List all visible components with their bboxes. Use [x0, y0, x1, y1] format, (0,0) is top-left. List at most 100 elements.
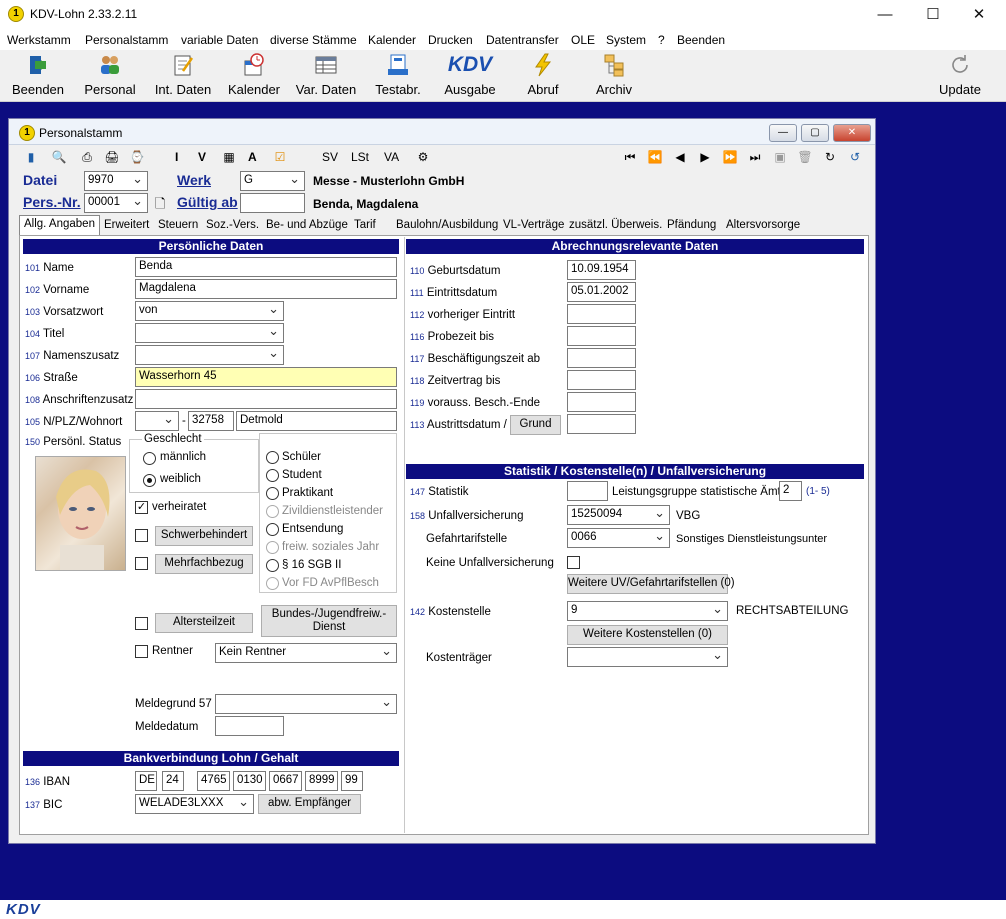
weitere-kostenstellen-button[interactable]: Weitere Kostenstellen (0)	[567, 625, 728, 645]
tab-zusaetzl-ueberweis[interactable]: zusätzl. Überweis.	[565, 217, 666, 235]
vorheriger-eintritt-input[interactable]	[567, 304, 636, 324]
delete-icon[interactable]: 🗑	[797, 149, 813, 165]
minimize-icon[interactable]: —	[862, 0, 908, 30]
personal-button[interactable]: Personal	[78, 53, 142, 101]
altersteilzeit-checkbox[interactable]	[135, 617, 148, 630]
nation-select[interactable]	[135, 411, 179, 431]
toolbar-sv-button[interactable]: SV	[322, 150, 338, 164]
weiblich-radio[interactable]	[143, 474, 156, 487]
prev-record-icon[interactable]: ◀	[672, 149, 688, 165]
next-record-icon[interactable]: ▶	[697, 149, 713, 165]
toolbar-v-button[interactable]: V	[198, 150, 206, 164]
iban-part4-input[interactable]: 8999	[305, 771, 338, 791]
menu-variable-daten[interactable]: variable Daten	[181, 33, 258, 47]
toolbar-a-button[interactable]: A	[248, 150, 257, 164]
probezeit-input[interactable]	[567, 326, 636, 346]
var-daten-button[interactable]: Var. Daten	[290, 53, 362, 101]
last-record-icon[interactable]: ⏭	[747, 149, 763, 165]
menu-beenden[interactable]: Beenden	[677, 33, 725, 47]
bic-select[interactable]: WELADE3LXXX	[135, 794, 254, 814]
menu-ole[interactable]: OLE	[571, 33, 595, 47]
iban-part5-input[interactable]: 99	[341, 771, 363, 791]
zivildienst-radio[interactable]	[266, 505, 279, 518]
testabr-button[interactable]: Testabr.	[368, 53, 428, 101]
checkmark-icon[interactable]: ☑	[272, 149, 288, 165]
datei-select[interactable]: 9970	[84, 171, 148, 191]
kostentraeger-select[interactable]	[567, 647, 728, 667]
archiv-button[interactable]: Archiv	[584, 53, 644, 101]
mehrfachbezug-button[interactable]: Mehrfachbezug	[155, 554, 253, 574]
iban-check-input[interactable]: 24	[162, 771, 184, 791]
ausgabe-button[interactable]: KDV Ausgabe	[436, 53, 504, 101]
keine-uv-checkbox[interactable]	[567, 556, 580, 569]
vorname-input[interactable]: Magdalena	[135, 279, 397, 299]
tab-vl-vertraege[interactable]: VL-Verträge	[499, 217, 568, 235]
altersteilzeit-button[interactable]: Altersteilzeit	[155, 613, 253, 633]
menu-system[interactable]: System	[606, 33, 646, 47]
maximize-icon[interactable]: ☐	[910, 0, 956, 30]
save-icon[interactable]: ▣	[772, 149, 788, 165]
name-input[interactable]: Benda	[135, 257, 397, 277]
verheiratet-checkbox[interactable]: ✓	[135, 501, 148, 514]
menu-drucken[interactable]: Drucken	[428, 33, 473, 47]
undo-icon[interactable]: ↺	[847, 149, 863, 165]
toolbar-i-button[interactable]: I	[175, 150, 178, 164]
prev-page-icon[interactable]: ⏪	[647, 149, 663, 165]
praktikant-radio[interactable]	[266, 487, 279, 500]
meldedatum-input[interactable]	[215, 716, 284, 736]
werk-select[interactable]: G	[240, 171, 305, 191]
gueltig-input[interactable]	[240, 193, 305, 213]
document-icon[interactable]: 🗋	[155, 195, 165, 217]
redo-icon[interactable]: ↻	[822, 149, 838, 165]
austrittsdatum-input[interactable]	[567, 414, 636, 434]
tab-pfaendung[interactable]: Pfändung	[663, 217, 720, 235]
statistik-input[interactable]	[567, 481, 608, 501]
gefahr-select[interactable]: 0066	[567, 528, 670, 548]
tab-baulohn[interactable]: Baulohn/Ausbildung	[392, 217, 502, 235]
vorsatzwort-select[interactable]: von	[135, 301, 284, 321]
vor-fd-radio[interactable]	[266, 577, 279, 590]
tab-steuern[interactable]: Steuern	[154, 217, 202, 235]
vorauss-ende-input[interactable]	[567, 392, 636, 412]
watch-icon[interactable]: ⌚	[129, 149, 145, 165]
meldegrund-select[interactable]	[215, 694, 397, 714]
anschriftenzusatz-input[interactable]	[135, 389, 397, 409]
fsj-radio[interactable]	[266, 541, 279, 554]
menu-personalstamm[interactable]: Personalstamm	[85, 33, 168, 47]
calendar-small-icon[interactable]: ▦	[221, 149, 237, 165]
namenszusatz-select[interactable]	[135, 345, 284, 365]
uv-select[interactable]: 15250094	[567, 505, 670, 525]
plz-input[interactable]: 32758	[188, 411, 234, 431]
child-minimize-icon[interactable]: —	[769, 124, 797, 142]
abruf-button[interactable]: Abruf	[514, 53, 572, 101]
entsendung-radio[interactable]	[266, 523, 279, 536]
tab-be-und-abzuege[interactable]: Be- und Abzüge	[262, 217, 352, 235]
mehrfachbezug-checkbox[interactable]	[135, 557, 148, 570]
beschaeftigungszeit-input[interactable]	[567, 348, 636, 368]
tab-allg-angaben[interactable]: Allg. Angaben	[19, 215, 100, 235]
add-user-icon[interactable]: ⚙	[415, 149, 431, 165]
schwerbehindert-checkbox[interactable]	[135, 529, 148, 542]
toolbar-va-button[interactable]: VA	[384, 150, 399, 164]
titel-select[interactable]	[135, 323, 284, 343]
print-setup-icon[interactable]: 🖨	[104, 149, 120, 165]
sgb-radio[interactable]	[266, 559, 279, 572]
close-icon[interactable]: ✕	[956, 0, 1002, 30]
wohnort-input[interactable]: Detmold	[236, 411, 397, 431]
grund-button[interactable]: Grund	[510, 415, 561, 435]
print-icon[interactable]: ⎙	[79, 149, 95, 165]
kostenstelle-select[interactable]: 9	[567, 601, 728, 621]
iban-part3-input[interactable]: 0667	[269, 771, 302, 791]
child-restore-icon[interactable]: ▢	[801, 124, 829, 142]
bundesfreiwilligendienst-button[interactable]: Bundes-/Jugendfreiw.-Dienst	[261, 605, 397, 637]
eintrittsdatum-input[interactable]: 05.01.2002	[567, 282, 636, 302]
student-radio[interactable]	[266, 469, 279, 482]
iban-part2-input[interactable]: 0130	[233, 771, 266, 791]
rentner-checkbox[interactable]	[135, 645, 148, 658]
kalender-button[interactable]: Kalender	[224, 53, 284, 101]
weitere-uv-button[interactable]: Weitere UV/Gefahrtarifstellen (0)	[567, 574, 735, 594]
abw-empfaenger-button[interactable]: abw. Empfänger	[258, 794, 361, 814]
schueler-radio[interactable]	[266, 451, 279, 464]
strasse-input[interactable]: Wasserhorn 45	[135, 367, 397, 387]
first-record-icon[interactable]: ⏮	[622, 149, 638, 165]
